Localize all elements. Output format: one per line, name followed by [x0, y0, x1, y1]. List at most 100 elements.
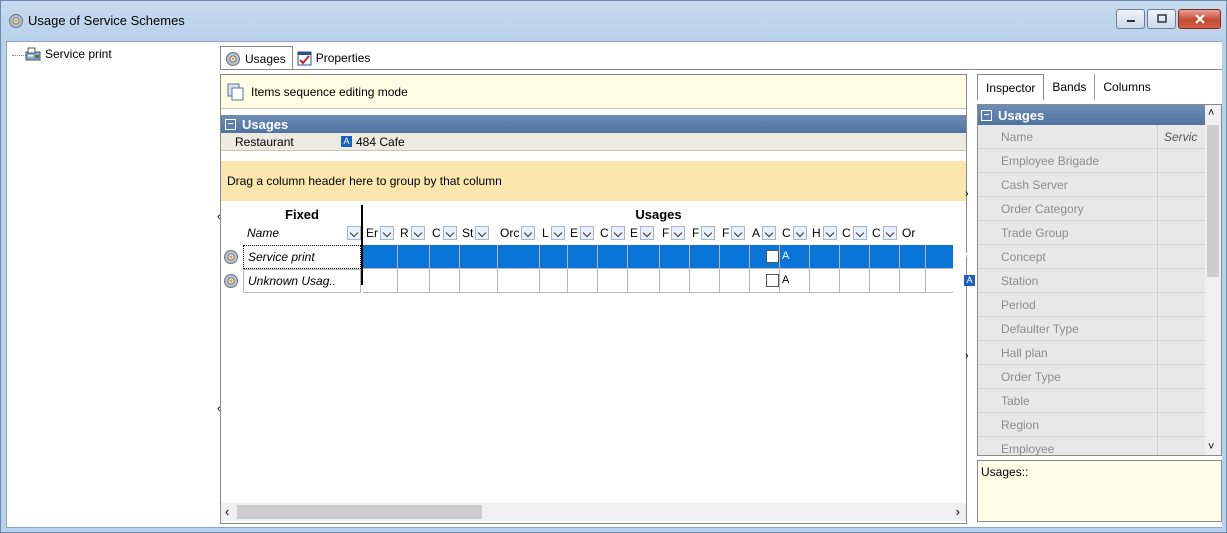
tab-usages[interactable]: Usages [220, 46, 293, 70]
column-header[interactable]: C [600, 223, 630, 243]
property-value[interactable] [1160, 269, 1206, 293]
chevron-down-icon[interactable] [882, 226, 897, 240]
property-value[interactable] [1160, 221, 1206, 245]
chevron-down-icon[interactable] [852, 226, 867, 240]
close-button[interactable] [1178, 9, 1221, 29]
usages-section-header[interactable]: − Usages [221, 115, 966, 133]
column-header[interactable]: C [782, 223, 812, 243]
column-header[interactable]: C [432, 223, 462, 243]
table-row[interactable]: Service print A A 4 [221, 245, 984, 269]
column-header[interactable]: E [570, 223, 600, 243]
collapse-icon[interactable]: − [981, 109, 992, 121]
tab-bands[interactable]: Bands [1044, 74, 1096, 100]
chevron-down-icon[interactable] [671, 226, 686, 240]
row-name-cell[interactable]: Unknown Usag.. [243, 269, 361, 293]
row-usage-cells[interactable]: A A 4 [363, 269, 984, 293]
column-header[interactable]: A [752, 223, 782, 243]
tab-properties[interactable]: Properties [293, 46, 377, 70]
property-row[interactable]: Table [978, 389, 1206, 413]
restaurant-row[interactable]: Restaurant A 484 Cafe [221, 133, 966, 151]
column-header[interactable]: Er [366, 223, 400, 243]
property-value[interactable] [1160, 293, 1206, 317]
chevron-down-icon[interactable] [521, 226, 536, 240]
property-value[interactable] [1160, 317, 1206, 341]
scroll-left-icon[interactable]: ‹ [225, 504, 229, 519]
chevron-down-icon[interactable] [762, 226, 777, 240]
property-value[interactable] [1160, 389, 1206, 413]
column-header[interactable]: Or [902, 223, 928, 243]
property-row[interactable]: Defaulter Type [978, 317, 1206, 341]
minimize-button[interactable] [1116, 9, 1145, 29]
property-value[interactable] [1160, 365, 1206, 389]
column-header[interactable]: St [462, 223, 500, 243]
usages-band-header[interactable]: Usages [366, 207, 951, 222]
maximize-button[interactable] [1147, 9, 1176, 29]
scroll-down-icon[interactable]: ˅ [1208, 441, 1214, 453]
fixed-band-header[interactable]: Fixed [243, 207, 361, 222]
property-value[interactable] [1160, 437, 1206, 455]
table-row[interactable]: Unknown Usag.. A A 4 [221, 269, 984, 293]
tree-item-service-print[interactable]: Service print [25, 46, 112, 62]
property-value[interactable] [1160, 197, 1206, 221]
property-row[interactable]: Order Category [978, 197, 1206, 221]
property-row[interactable]: Employee Brigade [978, 149, 1206, 173]
collapse-icon[interactable]: − [225, 118, 236, 130]
property-value[interactable] [1160, 173, 1206, 197]
property-category[interactable]: − Usages [978, 105, 1206, 125]
column-header[interactable]: F [662, 223, 692, 243]
scrollbar-thumb[interactable] [237, 505, 482, 519]
scroll-up-icon[interactable]: ˄ [1208, 107, 1214, 119]
chevron-down-icon[interactable] [792, 226, 807, 240]
chevron-down-icon[interactable] [731, 226, 746, 240]
property-row[interactable]: Order Type [978, 365, 1206, 389]
property-row[interactable]: Period [978, 293, 1206, 317]
column-header[interactable]: C [872, 223, 902, 243]
chevron-down-icon[interactable] [410, 226, 425, 240]
tab-columns[interactable]: Columns [1095, 74, 1158, 100]
chevron-down-icon[interactable] [550, 226, 565, 240]
property-value[interactable]: Servic [1160, 125, 1206, 149]
property-value[interactable] [1160, 341, 1206, 365]
column-header[interactable]: F [722, 223, 752, 243]
row-name-cell[interactable]: Service print [243, 245, 361, 269]
column-header[interactable]: E [630, 223, 662, 243]
scroll-left-arrow-icon[interactable]: ‹ [217, 403, 221, 415]
property-row[interactable]: Concept [978, 245, 1206, 269]
row-checkbox[interactable] [766, 274, 779, 287]
tab-inspector[interactable]: Inspector [977, 74, 1045, 100]
chevron-down-icon[interactable] [610, 226, 625, 240]
scrollbar-thumb[interactable] [1207, 125, 1219, 277]
property-row[interactable]: Trade Group [978, 221, 1206, 245]
column-header[interactable]: R [400, 223, 432, 243]
vertical-scrollbar[interactable]: ˄ ˅ [1205, 105, 1221, 455]
property-row[interactable]: Employee [978, 437, 1206, 455]
column-header[interactable]: L [542, 223, 570, 243]
column-header[interactable]: Orc [500, 223, 542, 243]
property-value[interactable] [1160, 413, 1206, 437]
chevron-down-icon[interactable] [442, 226, 457, 240]
property-value[interactable] [1160, 149, 1206, 173]
property-row[interactable]: Station [978, 269, 1206, 293]
column-header[interactable]: C [842, 223, 872, 243]
chevron-down-icon[interactable] [380, 226, 394, 240]
chevron-down-icon[interactable] [347, 226, 361, 240]
column-header[interactable]: F [692, 223, 722, 243]
property-row[interactable]: Hall plan [978, 341, 1206, 365]
horizontal-scrollbar[interactable]: ‹ › [221, 503, 966, 521]
chevron-down-icon[interactable] [701, 226, 716, 240]
property-row[interactable]: Region [978, 413, 1206, 437]
row-checkbox[interactable] [766, 250, 779, 263]
scroll-left-arrow-icon[interactable]: ‹ [217, 211, 221, 223]
property-row[interactable]: Name Servic [978, 125, 1206, 149]
property-value[interactable] [1160, 245, 1206, 269]
property-row[interactable]: Cash Server [978, 173, 1206, 197]
chevron-down-icon[interactable] [640, 226, 655, 240]
splitter-arrow-icon[interactable]: › [965, 188, 969, 200]
chevron-down-icon[interactable] [580, 226, 595, 240]
chevron-down-icon[interactable] [475, 226, 490, 240]
group-by-panel[interactable]: Drag a column header here to group by th… [221, 161, 966, 201]
row-usage-cells[interactable]: A A 4 [363, 245, 984, 269]
scroll-right-icon[interactable]: › [956, 504, 960, 519]
column-header[interactable]: H [812, 223, 842, 243]
splitter-arrow-icon[interactable]: › [965, 350, 969, 362]
